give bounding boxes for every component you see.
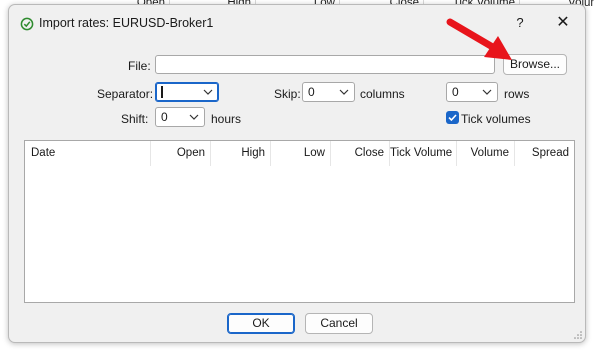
column-header-close[interactable]: Close — [331, 141, 390, 166]
hours-label: hours — [211, 112, 242, 126]
shift-label: Shift: — [121, 112, 149, 126]
chevron-down-icon — [339, 89, 349, 95]
text-cursor — [161, 86, 163, 98]
column-header-volume[interactable]: Volume — [457, 141, 515, 166]
column-header-date[interactable]: Date — [25, 141, 151, 166]
skip-columns-select[interactable]: 0 — [302, 82, 355, 102]
shift-hours-select[interactable]: 0 — [155, 107, 205, 127]
column-header-low[interactable]: Low — [271, 141, 331, 166]
chevron-down-icon — [203, 89, 213, 95]
import-rates-icon — [20, 17, 34, 31]
close-button[interactable]: ✕ — [549, 11, 577, 35]
dialog-title: Import rates: EURUSD-Broker1 — [39, 16, 214, 30]
column-header-tick-volume[interactable]: Tick Volume — [390, 141, 457, 166]
tick-volumes-label[interactable]: Tick volumes — [461, 112, 531, 126]
preview-table[interactable]: Date Open High Low Close Tick Volume Vol… — [24, 140, 575, 303]
red-arrow-annotation — [446, 18, 512, 60]
column-header-high[interactable]: High — [211, 141, 271, 166]
chevron-down-icon — [482, 89, 492, 95]
separator-label: Separator: — [97, 87, 154, 101]
checkmark-icon — [448, 114, 457, 122]
column-header-spread[interactable]: Spread — [515, 141, 574, 166]
skip-label: Skip: — [274, 87, 301, 101]
columns-label: columns — [360, 87, 405, 101]
file-label: File: — [128, 59, 151, 73]
rows-label: rows — [504, 87, 530, 101]
tick-volumes-checkbox[interactable] — [446, 111, 459, 124]
column-header-open[interactable]: Open — [151, 141, 211, 166]
skip-rows-select[interactable]: 0 — [446, 82, 498, 102]
skip-columns-value: 0 — [308, 85, 315, 99]
skip-rows-value: 0 — [452, 85, 459, 99]
separator-select[interactable] — [155, 82, 219, 102]
resize-grip-icon[interactable] — [574, 331, 582, 339]
ok-button[interactable]: OK — [227, 313, 295, 334]
chevron-down-icon — [189, 114, 199, 120]
cancel-button[interactable]: Cancel — [305, 313, 373, 334]
shift-hours-value: 0 — [161, 110, 168, 124]
